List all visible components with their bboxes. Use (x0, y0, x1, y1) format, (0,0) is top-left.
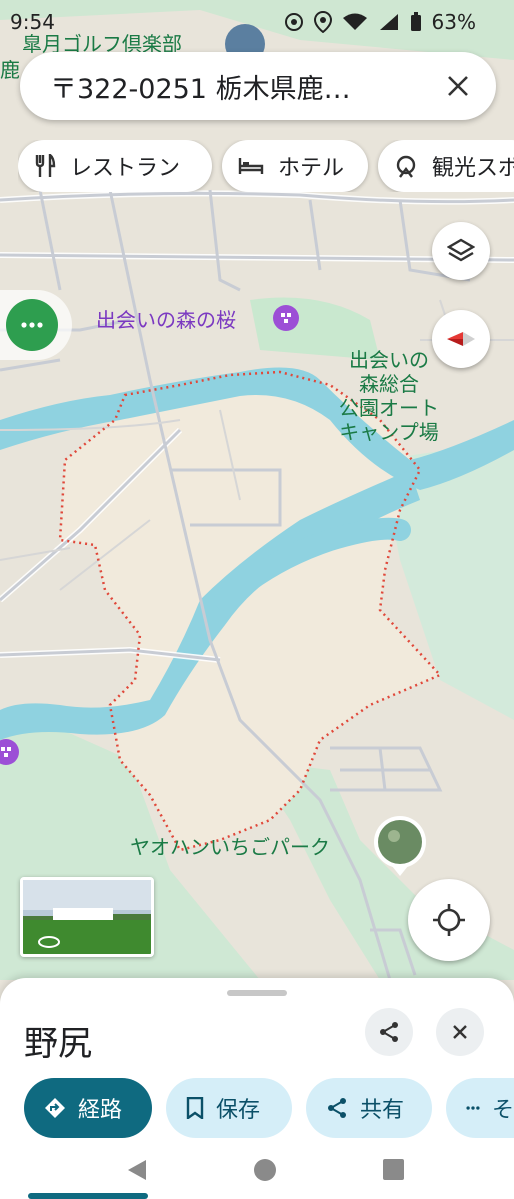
directions-button[interactable]: 経路 (24, 1078, 152, 1138)
search-query[interactable]: 〒322-0251 栃木県鹿… (50, 67, 410, 106)
sync-icon (284, 13, 303, 31)
directions-icon (45, 1098, 65, 1118)
my-location-button[interactable] (408, 879, 490, 961)
more-button[interactable]: そ (446, 1078, 514, 1138)
campground-line-3: 公園オート (339, 396, 439, 420)
category-chips: レストラン ホテル 観光スポ (18, 140, 514, 192)
bookmark-icon (186, 1097, 204, 1119)
share-icon (380, 1022, 398, 1042)
status-time: 9:54 (10, 10, 55, 34)
map-label-campground[interactable]: 出会いの 森総合 公園オート キャンプ場 (326, 348, 452, 444)
compass-button[interactable] (432, 310, 490, 368)
campground-line-1: 出会いの (349, 348, 429, 372)
save-button[interactable]: 保存 (166, 1078, 292, 1138)
more-options-fab[interactable] (0, 290, 72, 360)
more-icon (466, 1106, 480, 1110)
more-dots-icon (6, 299, 58, 351)
recents-icon[interactable] (383, 1159, 404, 1180)
more-label: そ (491, 1098, 514, 1123)
map-label-strawberry[interactable]: ヤオハンいちごパーク (130, 835, 330, 859)
layers-icon (447, 238, 475, 262)
layers-button[interactable] (432, 222, 490, 280)
status-icons: 63% (284, 10, 476, 34)
active-indicator (28, 1193, 148, 1199)
compass-icon (447, 332, 475, 346)
battery-icon (410, 12, 421, 31)
share-sheet-button[interactable] (365, 1008, 413, 1056)
share-icon (328, 1098, 346, 1118)
chip-attraction[interactable]: 観光スポ (378, 140, 514, 192)
close-icon (453, 1025, 467, 1039)
chip-restaurant-label: レストラン (70, 156, 181, 181)
crosshair-icon (433, 904, 465, 936)
wifi-icon (342, 13, 367, 30)
street-view-thumbnail[interactable] (20, 877, 154, 957)
signal-icon (379, 14, 398, 30)
drag-handle[interactable] (227, 990, 287, 996)
search-bar[interactable]: 〒322-0251 栃木県鹿… (20, 52, 496, 120)
place-title: 野尻 (24, 1024, 92, 1064)
chip-hotel[interactable]: ホテル (222, 140, 368, 192)
back-icon[interactable] (126, 1158, 148, 1182)
campground-line-4: キャンプ場 (339, 420, 439, 444)
chip-hotel-label: ホテル (278, 156, 345, 181)
map-label-sakura[interactable]: 出会いの森の桜 (96, 308, 236, 332)
home-icon[interactable] (254, 1159, 276, 1181)
campground-line-2: 森総合 (359, 372, 419, 396)
directions-label: 経路 (78, 1098, 123, 1123)
share-label: 共有 (360, 1098, 405, 1123)
close-sheet-button[interactable] (436, 1008, 484, 1056)
rotate-360-icon (38, 936, 60, 948)
chip-restaurant[interactable]: レストラン (18, 140, 212, 192)
restaurant-icon (35, 154, 56, 177)
chip-attraction-label: 観光スポ (432, 156, 514, 181)
close-icon[interactable] (440, 68, 476, 104)
save-label: 保存 (216, 1098, 261, 1123)
hotel-icon (238, 158, 264, 174)
location-icon (313, 11, 332, 33)
attraction-icon (396, 155, 416, 178)
share-button[interactable]: 共有 (306, 1078, 432, 1138)
battery-percent: 63% (431, 10, 476, 34)
map-label-partial: 鹿 (0, 58, 20, 82)
system-nav-bar (0, 1150, 514, 1199)
